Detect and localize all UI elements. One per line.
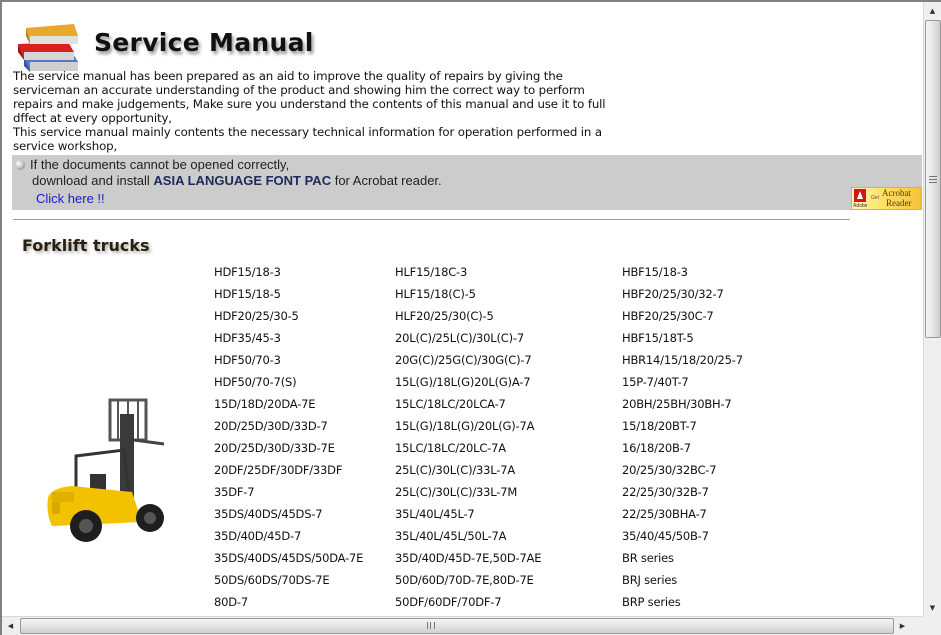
- model-link[interactable]: HLF15/18C-3: [395, 261, 541, 283]
- model-link[interactable]: 15LC/18LC/20LC-7A: [395, 437, 541, 459]
- page-title: Service Manual: [94, 28, 314, 57]
- page-content: Service Manual The service manual has be…: [2, 2, 923, 616]
- model-link[interactable]: 15P-7/40T-7: [622, 371, 743, 393]
- model-link[interactable]: HBR14/15/18/20/25-7: [622, 349, 743, 371]
- horizontal-scroll-thumb[interactable]: [20, 618, 894, 634]
- scroll-down-arrow-icon[interactable]: ▼: [924, 599, 941, 616]
- model-link[interactable]: 20DF/25DF/30DF/33DF: [214, 459, 363, 481]
- intro-paragraph-1: The service manual has been prepared as …: [13, 69, 606, 125]
- model-link[interactable]: HBF20/25/30/32-7: [622, 283, 743, 305]
- adobe-logo-icon: [854, 189, 866, 202]
- model-link[interactable]: 16/18/20B-7: [622, 437, 743, 459]
- model-link[interactable]: 20D/25D/30D/33D-7E: [214, 437, 363, 459]
- model-link[interactable]: HDF50/70-3: [214, 349, 363, 371]
- model-link[interactable]: 25L(C)/30L(C)/33L-7M: [395, 481, 541, 503]
- model-link[interactable]: HBF15/18-3: [622, 261, 743, 283]
- model-link[interactable]: 50D/60D/70D-7E,80D-7E: [395, 569, 541, 591]
- model-link[interactable]: 20D/25D/30D/33D-7: [214, 415, 363, 437]
- font-pack-name: ASIA LANGUAGE FONT PAC: [153, 173, 332, 188]
- books-icon: [18, 24, 78, 72]
- model-column-3: HBF15/18-3 HBF20/25/30/32-7 HBF20/25/30C-7…: [622, 261, 743, 613]
- bullet-icon: [15, 160, 25, 170]
- model-link[interactable]: 15L(G)/18L(G)20L(G)A-7: [395, 371, 541, 393]
- model-column-1: HDF15/18-3 HDF15/18-5 HDF20/25/30-5 HDF35/4…: [214, 261, 363, 613]
- model-link[interactable]: 35DS/40DS/45DS-7: [214, 503, 363, 525]
- horizontal-scrollbar[interactable]: ◀ ▶: [2, 616, 923, 635]
- model-link[interactable]: 15D/18D/20DA-7E: [214, 393, 363, 415]
- model-link[interactable]: HBF15/18T-5: [622, 327, 743, 349]
- divider: [13, 219, 850, 220]
- model-link[interactable]: HLF20/25/30(C)-5: [395, 305, 541, 327]
- notice-text: for Acrobat reader.: [331, 173, 442, 188]
- model-link[interactable]: HDF35/45-3: [214, 327, 363, 349]
- model-link[interactable]: 15L(G)/18L(G)/20L(G)-7A: [395, 415, 541, 437]
- model-link[interactable]: 35L/40L/45L/50L-7A: [395, 525, 541, 547]
- section-title: Forklift trucks: [22, 236, 150, 255]
- model-link[interactable]: 50DF/60DF/70DF-7: [395, 591, 541, 613]
- model-link[interactable]: HLF15/18(C)-5: [395, 283, 541, 305]
- model-link[interactable]: HDF15/18-3: [214, 261, 363, 283]
- model-link[interactable]: 22/25/30/32B-7: [622, 481, 743, 503]
- scrollbar-corner: [923, 616, 941, 635]
- get-acrobat-reader-button[interactable]: Adobe Get Acrobat Reader: [851, 187, 922, 210]
- vertical-scroll-thumb[interactable]: [925, 20, 941, 338]
- model-link[interactable]: 20/25/30/32BC-7: [622, 459, 743, 481]
- model-link[interactable]: BR series: [622, 547, 743, 569]
- grip-icon: [427, 622, 435, 629]
- model-link[interactable]: 80D-7: [214, 591, 363, 613]
- grip-icon: [929, 176, 937, 183]
- model-link[interactable]: 35D/40D/45D-7: [214, 525, 363, 547]
- notice-text: download and install: [32, 173, 154, 188]
- model-link[interactable]: 20BH/25BH/30BH-7: [622, 393, 743, 415]
- model-link[interactable]: HDF20/25/30-5: [214, 305, 363, 327]
- model-link[interactable]: 20L(C)/25L(C)/30L(C)-7: [395, 327, 541, 349]
- model-link[interactable]: 20G(C)/25G(C)/30G(C)-7: [395, 349, 541, 371]
- model-link[interactable]: 15/18/20BT-7: [622, 415, 743, 437]
- notice-line-2: download and install ASIA LANGUAGE FONT …: [32, 173, 442, 188]
- forklift-image: [47, 398, 165, 542]
- model-link[interactable]: BRJ series: [622, 569, 743, 591]
- model-link[interactable]: 35DS/40DS/45DS/50DA-7E: [214, 547, 363, 569]
- scroll-up-arrow-icon[interactable]: ▲: [924, 2, 941, 19]
- model-link[interactable]: 25L(C)/30L(C)/33L-7A: [395, 459, 541, 481]
- model-link[interactable]: 35/40/45/50B-7: [622, 525, 743, 547]
- download-font-link[interactable]: Click here !!: [36, 191, 105, 206]
- vertical-scrollbar[interactable]: ▲ ▼: [923, 2, 941, 616]
- font-notice-bar: If the documents cannot be opened correc…: [12, 155, 922, 210]
- scroll-right-arrow-icon[interactable]: ▶: [894, 617, 911, 634]
- model-link[interactable]: 22/25/30BHA-7: [622, 503, 743, 525]
- scroll-left-arrow-icon[interactable]: ◀: [2, 617, 19, 634]
- model-link[interactable]: 35L/40L/45L-7: [395, 503, 541, 525]
- model-link[interactable]: 50DS/60DS/70DS-7E: [214, 569, 363, 591]
- reader-label: Reader: [886, 198, 912, 208]
- model-link[interactable]: HDF15/18-5: [214, 283, 363, 305]
- adobe-label: Adobe: [853, 203, 868, 209]
- intro-paragraph-2: This service manual mainly contents the …: [13, 125, 602, 153]
- model-link[interactable]: 35D/40D/45D-7E,50D-7AE: [395, 547, 541, 569]
- notice-line-1: If the documents cannot be opened correc…: [30, 157, 290, 172]
- intro-text: The service manual has been prepared as …: [13, 69, 613, 153]
- model-link[interactable]: 35DF-7: [214, 481, 363, 503]
- model-column-2: HLF15/18C-3 HLF15/18(C)-5 HLF20/25/30(C)-5…: [395, 261, 541, 613]
- model-link[interactable]: 15LC/18LC/20LCA-7: [395, 393, 541, 415]
- get-label: Get: [871, 195, 880, 201]
- model-link[interactable]: BRP series: [622, 591, 743, 613]
- model-link[interactable]: HBF20/25/30C-7: [622, 305, 743, 327]
- acrobat-label: Acrobat: [882, 188, 911, 198]
- model-link[interactable]: HDF50/70-7(S): [214, 371, 363, 393]
